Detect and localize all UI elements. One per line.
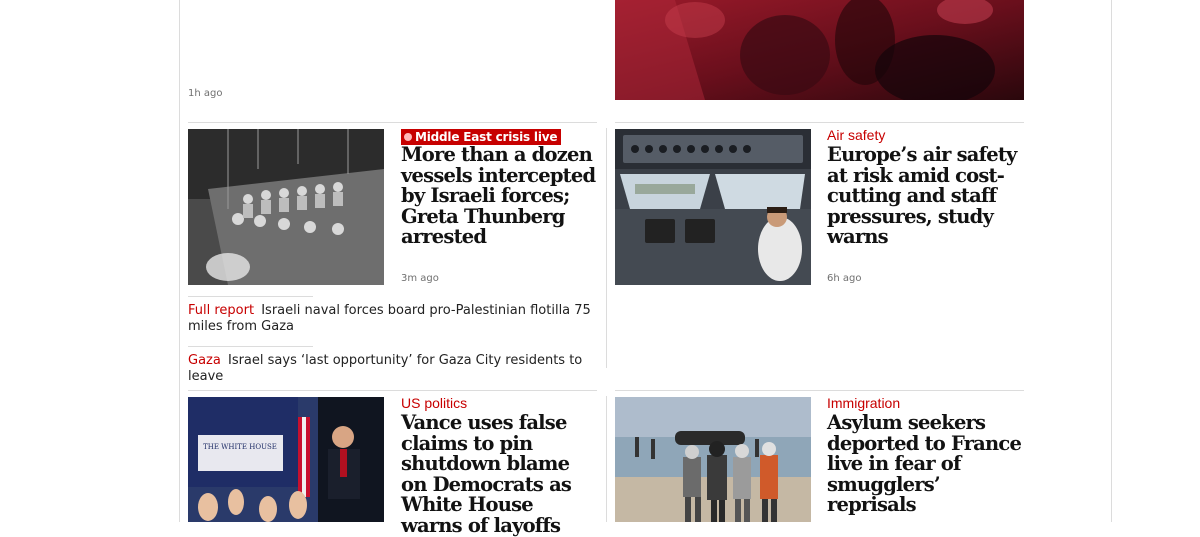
top-story-image[interactable]: [615, 0, 1024, 100]
vance-image[interactable]: THE WHITE HOUSE: [188, 397, 384, 522]
cockpit-image[interactable]: [615, 129, 811, 285]
divider: [188, 122, 597, 123]
sublink-text: Israel says ‘last opportunity’ for Gaza …: [188, 353, 583, 384]
flotilla-image[interactable]: [188, 129, 384, 285]
asylum-image[interactable]: [615, 397, 811, 522]
asylum-kicker[interactable]: Immigration: [827, 395, 900, 411]
air-time: 6h ago: [827, 273, 862, 284]
page-border-left: [179, 0, 180, 522]
vance-kicker[interactable]: US politics: [401, 395, 467, 411]
page-border-right: [1111, 0, 1112, 522]
sublink-tag: Gaza: [188, 353, 221, 368]
sublink-full-report[interactable]: Full report Israeli naval forces board p…: [188, 303, 603, 335]
column-separator: [606, 396, 607, 522]
divider: [615, 390, 1024, 391]
vance-headline[interactable]: Vance uses false claims to pin shutdown …: [401, 412, 597, 536]
divider: [188, 390, 597, 391]
gaza-time: 3m ago: [401, 273, 439, 284]
vance-image-text: THE WHITE HOUSE: [203, 443, 277, 451]
sublink-divider: [188, 346, 313, 347]
live-dot-icon: [404, 133, 412, 141]
air-kicker[interactable]: Air safety: [827, 127, 885, 143]
divider: [615, 122, 1024, 123]
top-story-time: 1h ago: [188, 88, 223, 99]
sublink-gaza[interactable]: Gaza Israel says ‘last opportunity’ for …: [188, 353, 603, 385]
air-headline[interactable]: Europe’s air safety at risk amid cost-cu…: [827, 144, 1023, 248]
asylum-headline[interactable]: Asylum seekers deported to France live i…: [827, 412, 1023, 516]
column-separator: [606, 128, 607, 368]
sublink-divider: [188, 296, 313, 297]
live-badge-label: Middle East crisis live: [415, 130, 558, 144]
gaza-headline[interactable]: More than a dozen vessels intercepted by…: [401, 144, 597, 248]
sublink-tag: Full report: [188, 303, 255, 318]
